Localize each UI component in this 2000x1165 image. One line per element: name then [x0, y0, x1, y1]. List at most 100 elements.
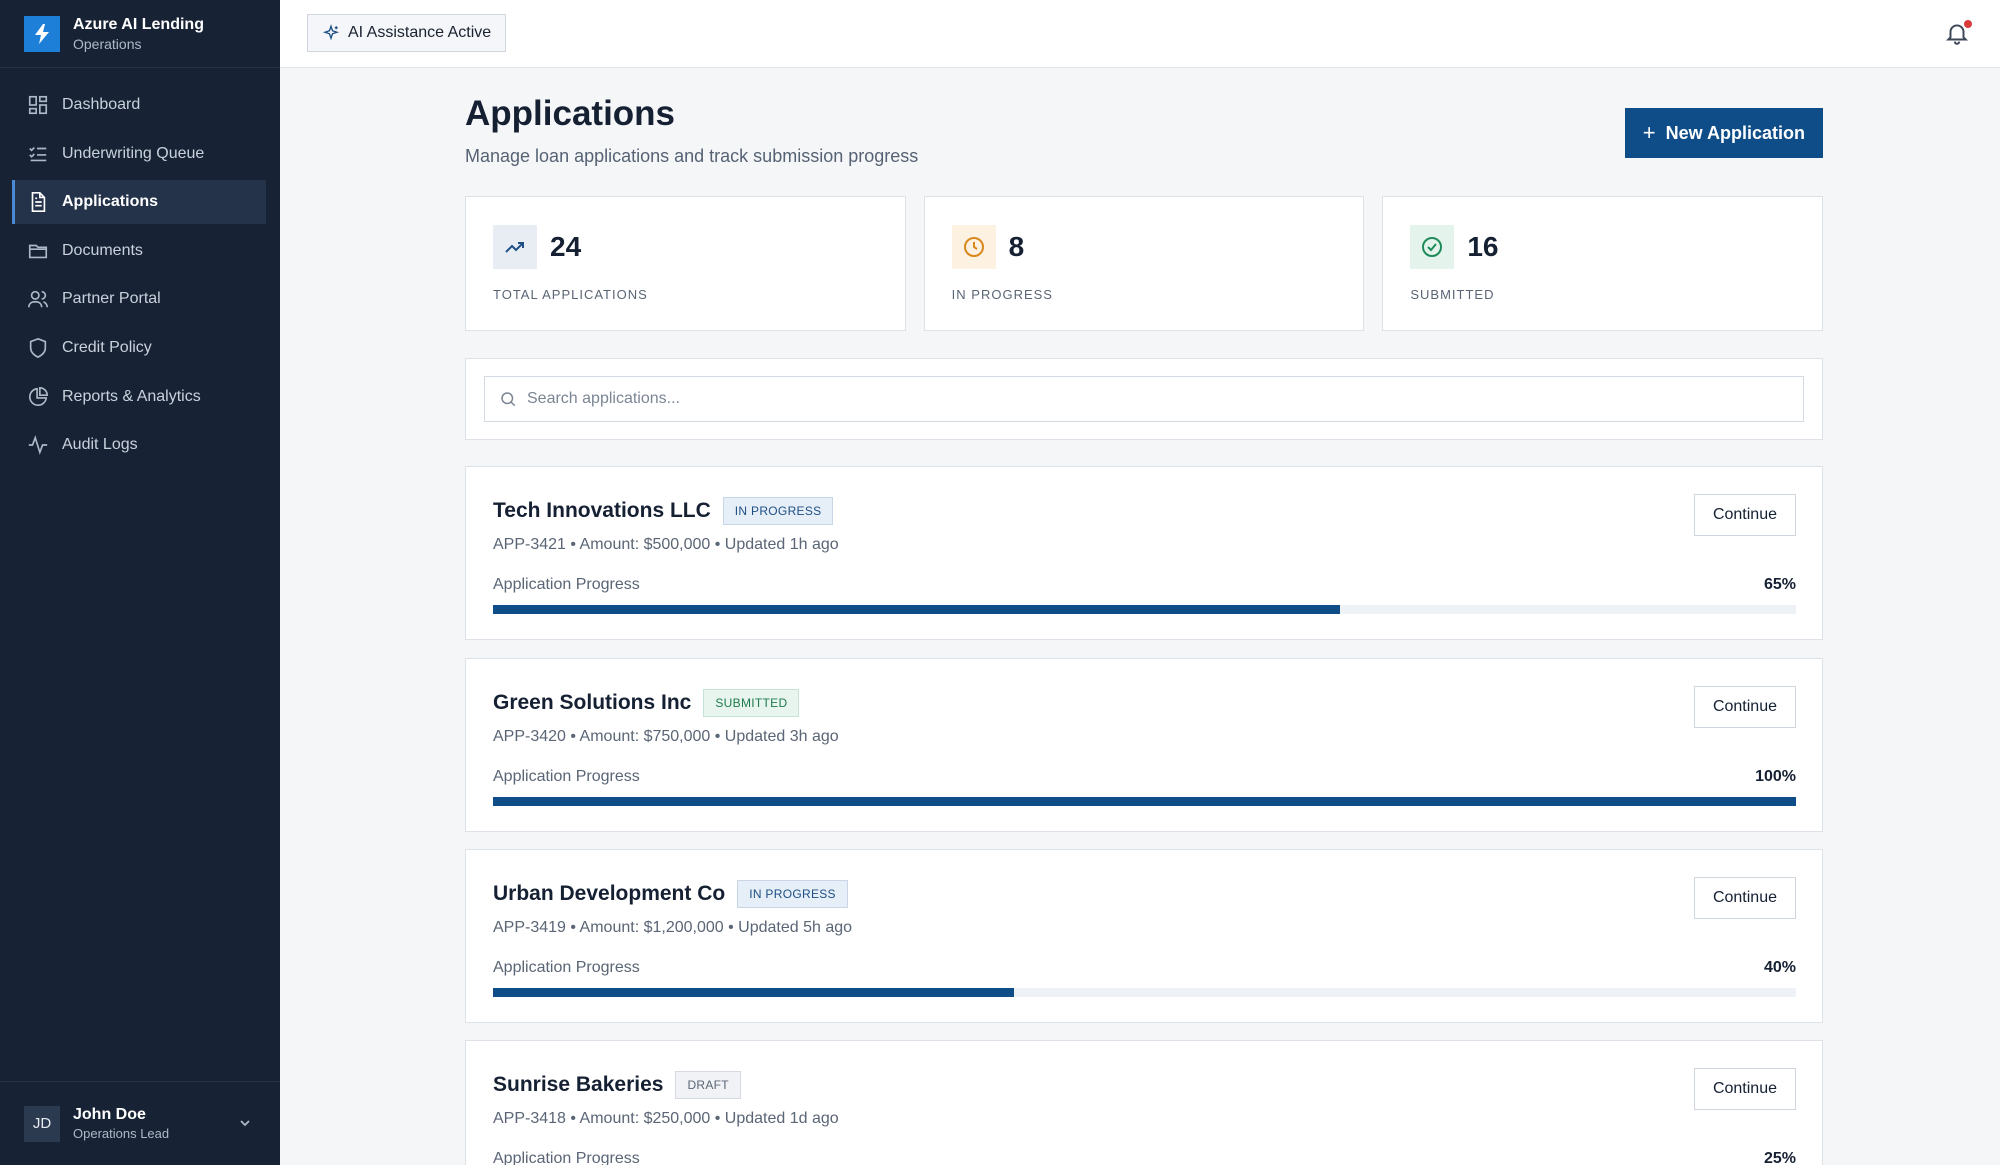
sparkle-icon: [322, 24, 340, 41]
sidebar-item-label: Applications: [62, 193, 159, 211]
progress-label: Application Progress: [493, 959, 640, 976]
sidebar-nav: Dashboard Underwriting Queue Application…: [0, 68, 280, 467]
application-card: Sunrise Bakeries DRAFT APP-3418 • Amount:…: [465, 1040, 1823, 1165]
stat-label: IN PROGRESS: [951, 287, 1053, 302]
application-meta: APP-3421 • Amount: $500,000 • Updated 1h…: [493, 536, 839, 553]
sidebar-item-reports-analytics[interactable]: Reports & Analytics: [12, 375, 266, 419]
progress-percent: 40%: [1763, 959, 1796, 976]
plus-icon: +: [1642, 120, 1656, 145]
stat-card-submitted: 16 SUBMITTED: [1382, 196, 1824, 331]
status-badge: IN PROGRESS: [737, 880, 848, 908]
continue-button[interactable]: Continue: [1693, 1068, 1796, 1110]
application-name[interactable]: Tech Innovations LLC: [493, 499, 711, 522]
page-title: Applications: [465, 94, 676, 133]
progress-bar: [493, 797, 1796, 806]
sidebar-item-label: Reports & Analytics: [62, 387, 201, 405]
progress-fill: [493, 988, 1015, 997]
progress-percent: 100%: [1755, 768, 1796, 785]
ai-assistance-badge[interactable]: AI Assistance Active: [307, 14, 507, 52]
continue-button[interactable]: Continue: [1693, 877, 1796, 919]
trending-up-icon: [493, 225, 537, 269]
continue-button[interactable]: Continue: [1693, 686, 1796, 728]
progress-fill: [493, 605, 1340, 614]
application-meta: APP-3418 • Amount: $250,000 • Updated 1d…: [493, 1110, 839, 1127]
sidebar-item-label: Underwriting Queue: [62, 144, 205, 162]
sidebar-item-label: Credit Policy: [62, 338, 152, 356]
brand-title: Azure AI Lending: [73, 15, 204, 33]
new-application-label: New Application: [1665, 122, 1805, 143]
user-menu[interactable]: JD John Doe Operations Lead: [0, 1081, 280, 1165]
sidebar-item-underwriting-queue[interactable]: Underwriting Queue: [12, 132, 266, 176]
avatar: JD: [24, 1105, 60, 1142]
sidebar-item-audit-logs[interactable]: Audit Logs: [12, 423, 266, 467]
user-role: Operations Lead: [73, 1125, 170, 1141]
notification-dot: [1964, 20, 1972, 28]
chevron-down-icon[interactable]: [238, 1116, 252, 1130]
application-name-row: Tech Innovations LLC IN PROGRESS: [493, 497, 834, 525]
progress-percent: 25%: [1763, 1150, 1796, 1165]
sidebar-item-label: Documents: [62, 241, 143, 259]
progress-bar: [493, 605, 1796, 614]
sidebar-item-label: Dashboard: [62, 96, 141, 113]
sidebar: Azure AI Lending Operations Dashboard Un…: [0, 0, 280, 1165]
stat-card-in-progress: 8 IN PROGRESS: [923, 196, 1365, 331]
document-icon: [31, 192, 46, 213]
topbar: AI Assistance Active: [280, 0, 2000, 68]
sidebar-item-partner-portal[interactable]: Partner Portal: [12, 277, 266, 321]
dashboard-icon: [28, 95, 48, 115]
status-badge: IN PROGRESS: [722, 497, 834, 525]
brand-subtitle: Operations: [73, 35, 142, 52]
continue-button[interactable]: Continue: [1693, 494, 1796, 536]
sidebar-item-documents[interactable]: Documents: [12, 229, 266, 273]
search-input[interactable]: [527, 390, 1727, 408]
progress-percent: 65%: [1763, 576, 1796, 593]
pie-chart-icon: [28, 386, 48, 406]
stats-row: 24 TOTAL APPLICATIONS 8 IN PROGRESS 16 S…: [465, 196, 1824, 331]
application-card: Green Solutions Inc SUBMITTED APP-3420 • …: [465, 658, 1823, 832]
stat-value: 16: [1467, 231, 1499, 262]
progress-fill: [493, 797, 1796, 806]
application-card: Urban Development Co IN PROGRESS APP-3419…: [465, 849, 1823, 1023]
sidebar-item-applications[interactable]: Applications: [12, 180, 266, 225]
application-name[interactable]: Urban Development Co: [493, 882, 725, 905]
users-icon: [28, 291, 48, 308]
progress-label: Application Progress: [493, 768, 640, 785]
progress-label: Application Progress: [493, 1150, 640, 1165]
search-card: [465, 358, 1823, 440]
progress-label: Application Progress: [493, 576, 640, 593]
checklist-icon: [29, 146, 47, 161]
lightning-logo-icon: [24, 15, 60, 52]
shield-icon: [29, 337, 47, 359]
application-name[interactable]: Green Solutions Inc: [493, 691, 691, 714]
search-icon: [501, 392, 516, 407]
application-meta: APP-3420 • Amount: $750,000 • Updated 3h…: [493, 728, 839, 745]
application-meta: APP-3419 • Amount: $1,200,000 • Updated …: [493, 919, 853, 936]
status-badge: SUBMITTED: [703, 689, 800, 717]
sidebar-item-label: Partner Portal: [62, 290, 161, 308]
clock-icon: [951, 225, 996, 269]
new-application-button[interactable]: + New Application: [1624, 108, 1823, 158]
application-name-row: Urban Development Co IN PROGRESS: [493, 880, 848, 908]
search-box[interactable]: [484, 376, 1804, 422]
progress-bar: [493, 988, 1796, 997]
stat-card-total: 24 TOTAL APPLICATIONS: [465, 196, 906, 331]
user-name: John Doe: [73, 1105, 146, 1123]
application-name-row: Green Solutions Inc SUBMITTED: [493, 689, 800, 717]
sidebar-item-label: Audit Logs: [62, 436, 138, 454]
application-name-row: Sunrise Bakeries DRAFT: [493, 1071, 741, 1099]
folder-icon: [28, 244, 48, 259]
application-name[interactable]: Sunrise Bakeries: [493, 1073, 663, 1096]
stat-label: SUBMITTED: [1410, 287, 1495, 302]
page-subtitle: Manage loan applications and track submi…: [465, 146, 919, 166]
status-badge: DRAFT: [675, 1071, 741, 1099]
check-circle-icon: [1410, 225, 1455, 269]
stat-value: 8: [1008, 231, 1025, 262]
sidebar-item-credit-policy[interactable]: Credit Policy: [12, 326, 266, 370]
activity-icon: [28, 435, 48, 456]
application-card: Tech Innovations LLC IN PROGRESS APP-3421…: [465, 466, 1823, 640]
stat-label: TOTAL APPLICATIONS: [493, 287, 648, 302]
ai-badge-label: AI Assistance Active: [348, 24, 492, 41]
brand[interactable]: Azure AI Lending Operations: [0, 0, 280, 68]
sidebar-item-dashboard[interactable]: Dashboard: [12, 83, 266, 127]
stat-value: 24: [550, 231, 582, 262]
